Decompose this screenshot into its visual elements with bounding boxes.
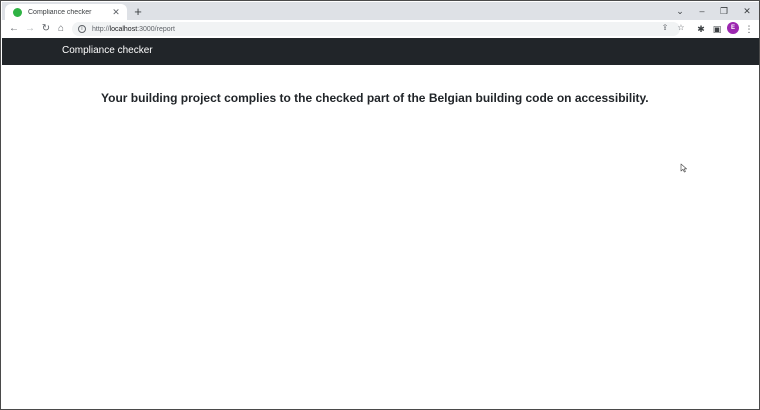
address-bar[interactable]: i http://localhost:3000/report (72, 22, 680, 36)
app-navbar: Compliance checker (2, 38, 759, 65)
bookmark-star-icon[interactable]: ☆ (676, 23, 686, 33)
extensions-icon[interactable]: ✱ (695, 23, 707, 35)
site-info-icon[interactable]: i (78, 25, 86, 33)
compliance-result-message: Your building project complies to the ch… (101, 91, 649, 105)
back-icon[interactable]: ← (7, 22, 21, 36)
navbar-brand[interactable]: Compliance checker (62, 45, 153, 56)
tab-strip: Compliance checker ✕ + ⌄ – ❐ ✕ (2, 2, 759, 20)
tab-title: Compliance checker (28, 8, 92, 16)
browser-window: Compliance checker ✕ + ⌄ – ❐ ✕ ← → ↻ ⌂ i… (0, 0, 760, 410)
profile-avatar[interactable]: E (727, 22, 739, 34)
share-icon[interactable]: ⇪ (660, 23, 670, 33)
url-scheme: http:// (92, 25, 110, 33)
favicon-icon (13, 7, 22, 17)
tab-compliance-checker[interactable]: Compliance checker ✕ (5, 4, 127, 20)
restore-icon[interactable]: ❐ (718, 5, 730, 17)
mouse-cursor-icon (680, 163, 687, 173)
forward-icon[interactable]: → (23, 22, 37, 36)
url-path: :3000/report (137, 25, 175, 33)
side-panel-icon[interactable]: ▣ (711, 23, 723, 35)
reload-icon[interactable]: ↻ (39, 22, 53, 36)
new-tab-button[interactable]: + (132, 5, 144, 18)
menu-kebab-icon[interactable]: ⋮ (743, 23, 755, 35)
minimize-icon[interactable]: – (696, 5, 708, 17)
url-text: http://localhost:3000/report (92, 26, 175, 33)
browser-toolbar: ← → ↻ ⌂ i http://localhost:3000/report ⇪… (2, 20, 759, 38)
close-tab-icon[interactable]: ✕ (111, 7, 121, 17)
close-window-icon[interactable]: ✕ (741, 5, 753, 17)
url-host: localhost (109, 25, 138, 33)
tab-search-icon[interactable]: ⌄ (674, 5, 686, 17)
home-icon[interactable]: ⌂ (54, 22, 68, 36)
